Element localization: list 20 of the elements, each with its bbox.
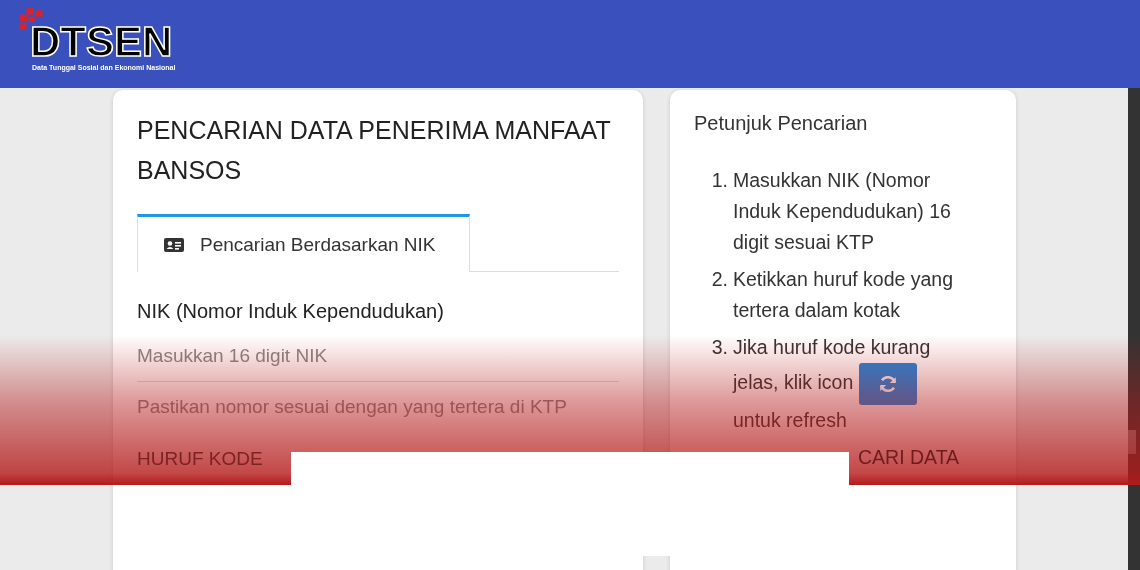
- nik-label: NIK (Nomor Induk Kependudukan): [137, 300, 445, 323]
- step-text: jelas, klik icon: [733, 371, 854, 394]
- logo-text: DTSEN: [30, 20, 174, 64]
- refresh-button[interactable]: [859, 363, 918, 405]
- step-number: 2.: [710, 267, 729, 292]
- card-title: PENCARIAN DATA PENERIMA MANFAAT BANSOS: [137, 115, 612, 186]
- scrollbar[interactable]: [1128, 88, 1140, 570]
- step-text: Jika huruf kode kurang: [733, 335, 932, 360]
- step-number: 3.: [710, 335, 729, 360]
- step-text: untuk refresh: [733, 408, 848, 433]
- nik-input-field[interactable]: Masukkan 16 digit NIK: [137, 323, 619, 382]
- nik-hint: Pastikan nomor sesuai dengan yang tertera di KTP: [137, 396, 568, 418]
- code-label: HURUF KODE: [137, 448, 264, 470]
- search-tab[interactable]: Pencarian Berdasarkan NIK: [137, 214, 470, 272]
- guide-title: Petunjuk Pencarian: [694, 112, 869, 135]
- step-text: Masukkan NIK (Nomor Induk Kependudukan) 16 digit sesuai KTP: [733, 168, 952, 255]
- step-text: Ketikkan huruf kode yang tertera dalam kotak: [733, 267, 955, 323]
- step-text: CARI DATA: [858, 445, 960, 470]
- step-number: 1.: [710, 168, 729, 193]
- id-card-icon: [164, 237, 184, 252]
